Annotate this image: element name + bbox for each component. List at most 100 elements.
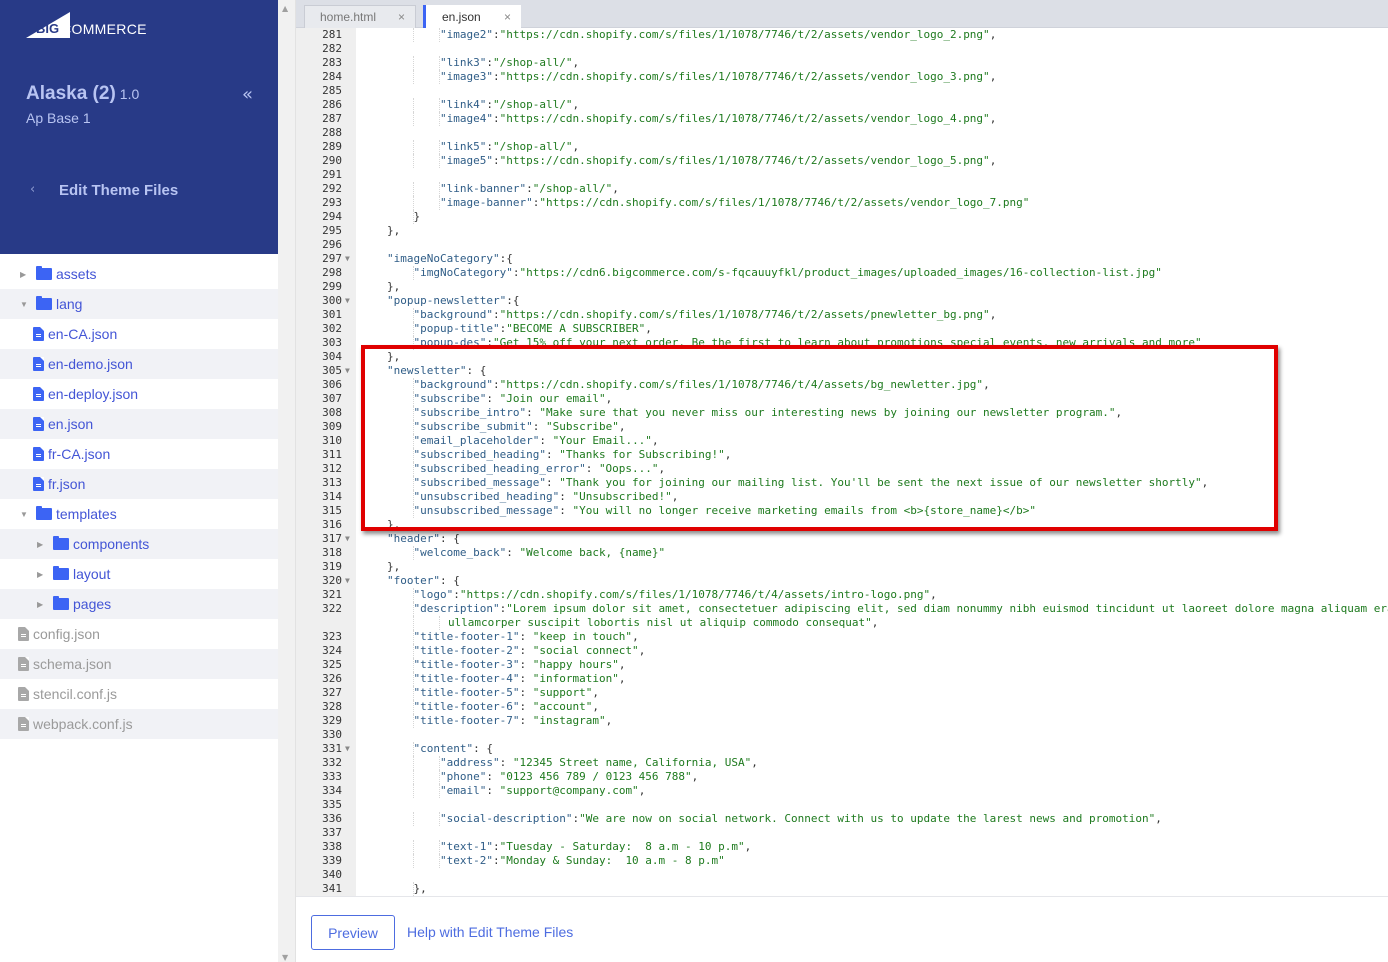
code-text: }, bbox=[387, 518, 400, 532]
line-number: 289 bbox=[322, 140, 342, 153]
file-icon bbox=[33, 387, 44, 401]
caret-down-icon[interactable]: ▼ bbox=[20, 510, 28, 519]
back-chevron-icon[interactable]: ‹ bbox=[30, 182, 35, 197]
code-editor[interactable]: 281 "image2":"https://cdn.shopify.com/s/f… bbox=[296, 28, 1388, 896]
line-number: 286 bbox=[322, 98, 342, 111]
code-text: "title-footer-3": "happy hours", bbox=[414, 658, 626, 672]
caret-right-icon[interactable]: ▶ bbox=[37, 600, 45, 609]
code-line: 290 "image5":"https://cdn.shopify.com/s/f… bbox=[296, 154, 1388, 168]
preview-button[interactable]: Preview bbox=[311, 915, 395, 950]
line-number: 300 bbox=[322, 294, 342, 307]
caret-down-icon[interactable]: ▼ bbox=[20, 300, 28, 309]
line-number: 315 bbox=[322, 504, 342, 517]
json-key: "footer" bbox=[387, 574, 440, 587]
bigcommerce-logo[interactable]: BIG COMMERCE bbox=[26, 12, 146, 38]
json-key: "logo" bbox=[413, 588, 454, 601]
code-text: "header": { bbox=[387, 532, 460, 546]
line-number: 317 bbox=[322, 532, 342, 545]
file-tree-label: components bbox=[73, 536, 150, 552]
file-tree-item[interactable]: ▼ templates bbox=[0, 499, 278, 529]
code-line: 299}, bbox=[296, 280, 1388, 294]
code-line: 339 "text-2":"Monday & Sunday: 10 a.m - 8… bbox=[296, 854, 1388, 868]
code-punctuation: { bbox=[506, 252, 513, 265]
file-tree-item[interactable]: fr-CA.json bbox=[0, 439, 278, 469]
fold-toggle-icon[interactable]: ▼ bbox=[345, 294, 350, 308]
json-string-value: "Tuesday - Saturday: 8 a.m - 10 p.m" bbox=[499, 840, 745, 853]
file-tree-item[interactable]: en-demo.json bbox=[0, 349, 278, 379]
close-icon[interactable]: × bbox=[504, 10, 511, 24]
indent-guide bbox=[412, 28, 414, 42]
code-text: }, bbox=[414, 882, 427, 896]
tab-home-html[interactable]: home.html × bbox=[304, 5, 416, 28]
indent-guide bbox=[412, 70, 414, 84]
scroll-up-arrow-icon[interactable]: ▲ bbox=[282, 4, 288, 13]
code-line: 291 bbox=[296, 168, 1388, 182]
help-link[interactable]: Help with Edit Theme Files bbox=[407, 924, 573, 940]
file-tree-item[interactable]: en-CA.json bbox=[0, 319, 278, 349]
code-line: 287 "image4":"https://cdn.shopify.com/s/f… bbox=[296, 112, 1388, 126]
code-line: 323 "title-footer-1": "keep in touch", bbox=[296, 630, 1388, 644]
code-line: 324 "title-footer-2": "social connect", bbox=[296, 644, 1388, 658]
line-number: 325 bbox=[322, 658, 342, 671]
json-string-value: "https://cdn.shopify.com/s/files/1/1078/… bbox=[539, 196, 1030, 209]
code-text: "social-description":"We are now on soci… bbox=[440, 812, 1162, 826]
fold-toggle-icon[interactable]: ▼ bbox=[345, 742, 350, 756]
file-tree-item[interactable]: webpack.conf.js bbox=[0, 709, 278, 739]
file-tree: ▶ assets ▼ lang en-CA.json en-demo.json en-dep… bbox=[0, 259, 278, 739]
fold-toggle-icon[interactable]: ▼ bbox=[345, 252, 350, 266]
json-key: "background" bbox=[413, 308, 493, 321]
json-separator: : bbox=[519, 672, 533, 685]
close-icon[interactable]: × bbox=[398, 10, 405, 24]
code-text: "subscribed_message": "Thank you for joi… bbox=[414, 476, 1209, 490]
fold-toggle-icon[interactable]: ▼ bbox=[345, 532, 350, 546]
code-text: "email_placeholder": "Your Email...", bbox=[414, 434, 659, 448]
file-tree-item[interactable]: en.json bbox=[0, 409, 278, 439]
json-key: "welcome_back" bbox=[413, 546, 507, 559]
code-line: 281 "image2":"https://cdn.shopify.com/s/f… bbox=[296, 28, 1388, 42]
json-separator: : bbox=[486, 98, 493, 111]
file-tree-item[interactable]: ▼ lang bbox=[0, 289, 278, 319]
file-tree-item[interactable]: ▶ pages bbox=[0, 589, 278, 619]
json-key: "popup-title" bbox=[413, 322, 500, 335]
file-tree-item[interactable]: schema.json bbox=[0, 649, 278, 679]
file-tree-item[interactable]: stencil.conf.js bbox=[0, 679, 278, 709]
code-punctuation: }, bbox=[387, 224, 401, 237]
line-number: 334 bbox=[322, 784, 342, 797]
caret-right-icon[interactable]: ▶ bbox=[20, 270, 28, 279]
scroll-down-arrow-icon[interactable]: ▼ bbox=[282, 953, 288, 962]
json-key: "email_placeholder" bbox=[413, 434, 540, 447]
code-line: 305 ▼ "newsletter": { bbox=[296, 364, 1388, 378]
json-separator: : bbox=[492, 112, 500, 125]
code-line: 283 "link3":"/shop-all/", bbox=[296, 56, 1388, 70]
file-tree-item[interactable]: ▶ components bbox=[0, 529, 278, 559]
json-key: "image5" bbox=[440, 154, 493, 167]
json-string-value: "Oops..." bbox=[598, 462, 659, 475]
tab-en-json[interactable]: en.json × bbox=[423, 5, 521, 28]
edit-theme-files-title[interactable]: Edit Theme Files bbox=[59, 182, 178, 199]
logo-big-text: BIG bbox=[36, 21, 60, 36]
file-tree-item[interactable]: en-deploy.json bbox=[0, 379, 278, 409]
page-scrollbar[interactable]: ▲ ▼ bbox=[278, 0, 296, 962]
line-number: 339 bbox=[322, 854, 342, 867]
line-number: 312 bbox=[322, 462, 342, 475]
caret-right-icon[interactable]: ▶ bbox=[37, 570, 45, 579]
fold-toggle-icon[interactable]: ▼ bbox=[345, 364, 350, 378]
line-number: 290 bbox=[322, 154, 342, 167]
file-tree-item[interactable]: ▶ assets bbox=[0, 259, 278, 289]
json-string-value: "Subscribe" bbox=[545, 420, 619, 433]
code-punctuation: , bbox=[930, 588, 937, 601]
collapse-sidebar-icon[interactable]: « bbox=[242, 84, 253, 105]
fold-toggle-icon[interactable]: ▼ bbox=[345, 574, 350, 588]
file-tree-item[interactable]: config.json bbox=[0, 619, 278, 649]
caret-right-icon[interactable]: ▶ bbox=[37, 540, 45, 549]
code-line: 306 "background":"https://cdn.shopify.com… bbox=[296, 378, 1388, 392]
line-number: 309 bbox=[322, 420, 342, 433]
code-line: 294} bbox=[296, 210, 1388, 224]
file-tree-item[interactable]: ▶ layout bbox=[0, 559, 278, 589]
json-separator: : bbox=[539, 434, 553, 447]
file-tree-item[interactable]: fr.json bbox=[0, 469, 278, 499]
json-string-value: "https://cdn.shopify.com/s/files/1/1078/… bbox=[499, 378, 984, 391]
json-key: "popup-des" bbox=[413, 336, 487, 349]
json-separator: : bbox=[492, 154, 500, 167]
json-string-value: "/shop-all/" bbox=[532, 182, 613, 195]
